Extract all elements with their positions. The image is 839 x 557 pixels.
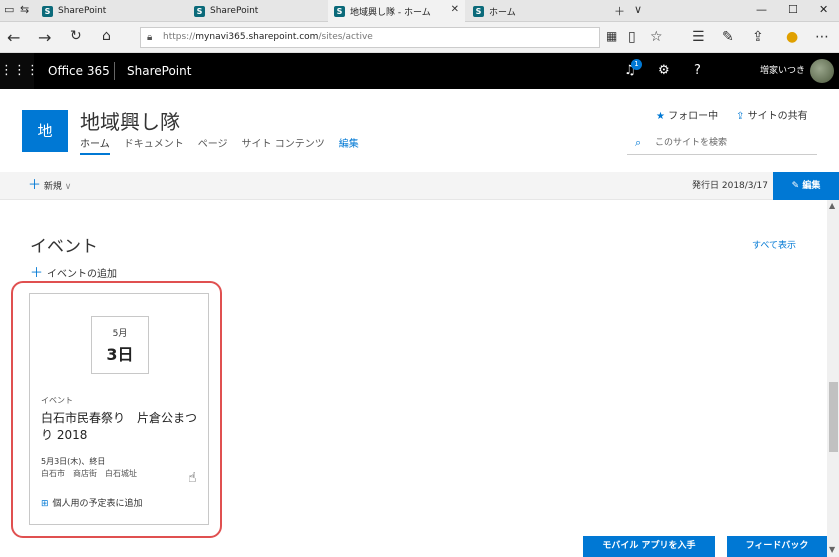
close-tab-icon[interactable]: ✕ (451, 4, 459, 15)
extension-pin-icon[interactable]: ● (786, 29, 798, 45)
nav-home[interactable]: ホーム (80, 135, 110, 155)
site-logo[interactable]: 地 (22, 110, 68, 152)
search-placeholder: このサイトを検索 (655, 138, 728, 148)
nav-site-contents[interactable]: サイト コンテンツ (242, 135, 325, 155)
tab-label: 地域興し隊 - ホーム (350, 7, 431, 18)
see-all-link[interactable]: すべて表示 (752, 238, 796, 251)
hand-cursor-icon: ☝ (188, 470, 197, 486)
new-label: 新規 (43, 182, 62, 192)
sharepoint-favicon-icon: S (194, 5, 205, 17)
site-title[interactable]: 地域興し隊 (80, 106, 180, 135)
browser-tab[interactable]: S SharePoint (36, 0, 186, 22)
edit-button[interactable]: ✎ 編集 (773, 172, 839, 200)
chevron-down-icon: ∨ (64, 182, 72, 192)
url-prefix: https:// (163, 32, 196, 42)
settings-gear-icon[interactable]: ⚙ (658, 53, 670, 89)
add-calendar-label: 個人用の予定表に追加 (52, 499, 143, 509)
add-to-calendar-button[interactable]: ⊞ 個人用の予定表に追加 (41, 496, 143, 509)
back-icon[interactable]: ← (7, 28, 20, 47)
refresh-icon[interactable]: ↻ (70, 28, 82, 44)
browser-tab[interactable]: S ホーム (467, 0, 607, 22)
scrollbar-thumb[interactable] (829, 382, 838, 452)
event-category: イベント (41, 396, 73, 405)
event-time: 5月3日(木)、終日 (41, 457, 106, 466)
plus-icon: ＋ (28, 178, 42, 193)
help-icon[interactable]: ? (694, 53, 701, 89)
add-event-label: イベントの追加 (47, 269, 118, 280)
star-icon: ★ (656, 111, 665, 122)
tab-label: SharePoint (210, 6, 259, 16)
calendar-add-icon: ⊞ (41, 499, 49, 509)
new-button[interactable]: ＋ 新規 ∨ (28, 172, 71, 201)
nav-pages[interactable]: ページ (198, 135, 228, 155)
tab-set-aside-icon[interactable]: ⇆ (20, 3, 29, 16)
command-bar: ＋ 新規 ∨ 発行日 2018/3/17 ✎ 編集 (0, 172, 839, 200)
add-event-button[interactable]: ＋イベントの追加 (30, 262, 117, 281)
suite-bar: ⋮⋮⋮ Office 365 SharePoint ♫ 1 ⚙ ? 増家いつき (0, 53, 839, 89)
published-date: 発行日 2018/3/17 (692, 181, 769, 191)
event-date-box: 5月 3日 (91, 316, 149, 374)
favorites-hub-icon[interactable]: ☰ (692, 29, 705, 45)
plus-icon: ＋ (30, 266, 44, 281)
sharepoint-favicon-icon: S (42, 5, 53, 17)
follow-label: フォロー中 (668, 111, 719, 122)
sharepoint-link[interactable]: SharePoint (127, 53, 191, 89)
scroll-down-icon[interactable]: ▼ (829, 545, 835, 554)
edit-label: 編集 (802, 181, 821, 191)
pencil-icon: ✎ (791, 181, 800, 191)
tab-list-chevron-icon[interactable]: ∨ (634, 3, 642, 16)
address-bar-row: ← → ↻ ⌂ 🔒︎ https://mynavi365.sharepoint.… (0, 22, 839, 53)
more-icon[interactable]: ⋯ (815, 29, 829, 45)
suite-divider (114, 62, 115, 80)
feedback-button[interactable]: フィードバック (727, 536, 827, 557)
share-site-button[interactable]: ⇪ サイトの共有 (736, 107, 808, 122)
maximize-icon[interactable]: ☐ (788, 3, 798, 16)
get-mobile-app-button[interactable]: モバイル アプリを入手 (583, 536, 715, 557)
nav-edit-link[interactable]: 編集 (339, 135, 359, 155)
site-navigation: ホーム ドキュメント ページ サイト コンテンツ 編集 (80, 135, 373, 155)
share-icon[interactable]: ⇪ (752, 29, 764, 45)
event-title[interactable]: 白石市民春祭り 片倉公まつり 2018 (41, 410, 203, 444)
new-tab-icon[interactable]: ＋ (614, 3, 625, 19)
event-month: 5月 (112, 329, 128, 339)
scroll-up-icon[interactable]: ▲ (829, 201, 835, 210)
notification-badge: 1 (631, 59, 642, 70)
browser-tab-active[interactable]: S 地域興し隊 - ホーム ✕ (328, 0, 465, 22)
url-field[interactable]: 🔒︎ https://mynavi365.sharepoint.com/site… (140, 27, 600, 48)
tab-label: SharePoint (58, 6, 107, 16)
extension-icon[interactable]: ▦ (606, 29, 617, 43)
home-icon[interactable]: ⌂ (102, 28, 111, 44)
avatar[interactable] (810, 59, 834, 83)
browser-tab[interactable]: S SharePoint (188, 0, 328, 22)
url-path: /sites/active (318, 32, 373, 42)
share-label: サイトの共有 (747, 111, 808, 122)
events-heading: イベント (30, 237, 98, 257)
office365-link[interactable]: Office 365 (48, 53, 110, 89)
forward-icon[interactable]: → (38, 28, 51, 47)
url-host: mynavi365.sharepoint.com (195, 32, 319, 42)
event-card[interactable]: 5月 3日 イベント 白石市民春祭り 片倉公まつり 2018 5月3日(木)、終… (29, 293, 209, 525)
reading-view-icon[interactable]: ▯ (628, 29, 636, 45)
app-launcher-icon[interactable]: ⋮⋮⋮ (0, 53, 39, 89)
event-day: 3日 (106, 345, 134, 364)
sharepoint-favicon-icon: S (334, 5, 345, 17)
favorite-star-icon[interactable]: ☆ (650, 29, 663, 45)
pen-notes-icon[interactable]: ✎ (722, 29, 734, 45)
search-icon: ⌕ (635, 136, 642, 149)
lock-icon: 🔒︎ (147, 32, 153, 43)
sharepoint-favicon-icon: S (473, 5, 484, 17)
follow-button[interactable]: ★ フォロー中 (656, 107, 718, 122)
window-close-icon[interactable]: ✕ (819, 3, 828, 16)
minimize-icon[interactable]: — (756, 3, 767, 16)
browser-tab-bar: ▭ ⇆ S SharePoint S SharePoint S 地域興し隊 - … (0, 0, 839, 22)
page-scrollbar[interactable] (827, 200, 839, 557)
event-location: 白石市 商店街 白石城址 (41, 469, 137, 478)
window-icon[interactable]: ▭ (4, 3, 14, 16)
tab-label: ホーム (489, 7, 516, 18)
user-name[interactable]: 増家いつき (760, 53, 805, 89)
nav-documents[interactable]: ドキュメント (124, 135, 184, 155)
site-search-input[interactable]: ⌕ このサイトを検索 (627, 131, 817, 155)
share-icon: ⇪ (736, 111, 745, 122)
